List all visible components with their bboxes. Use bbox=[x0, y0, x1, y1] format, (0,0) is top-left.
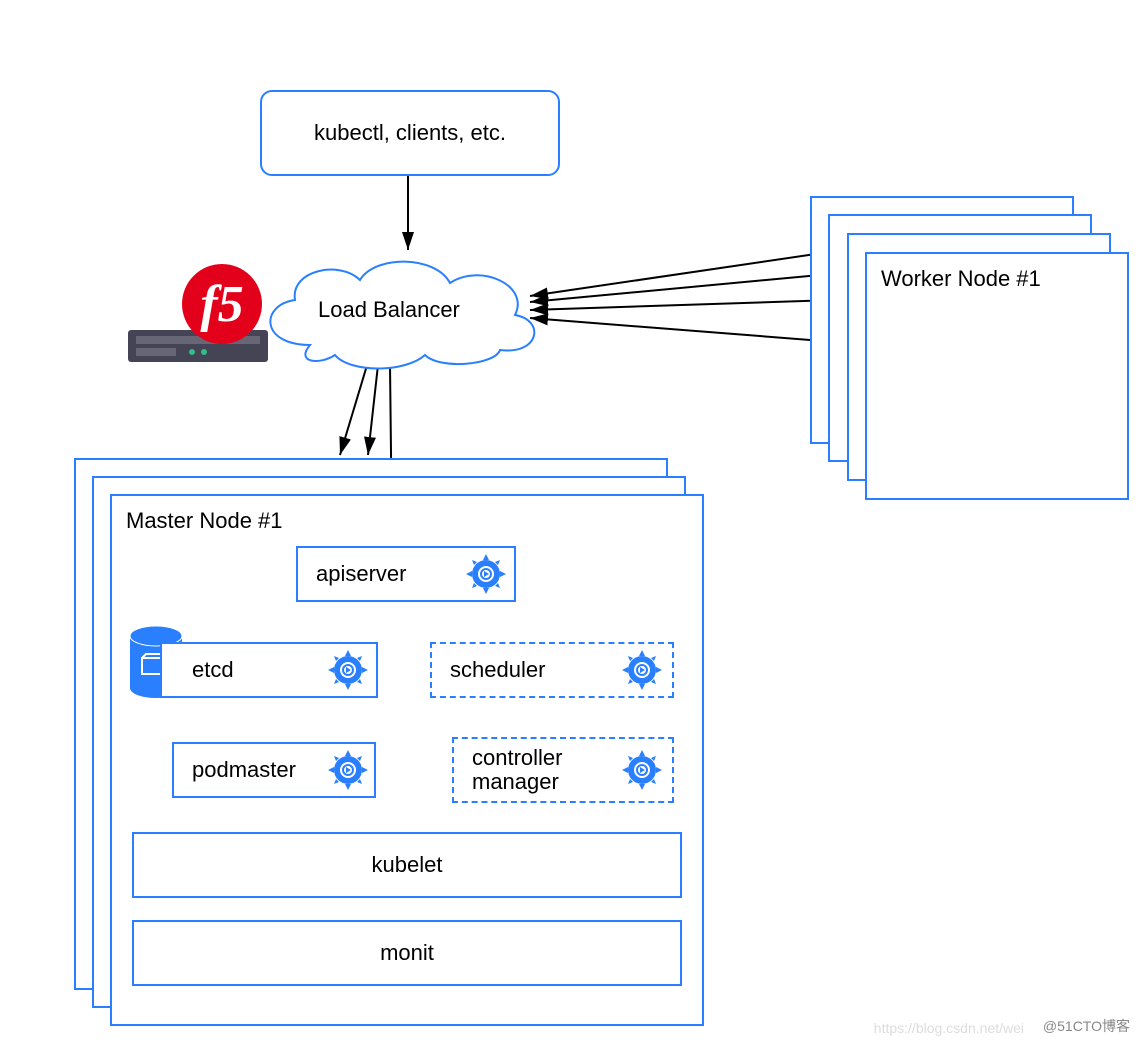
gear-icon bbox=[464, 552, 508, 596]
watermark-attr: @51CTO博客 bbox=[1043, 1016, 1130, 1036]
scheduler-label: scheduler bbox=[450, 657, 545, 683]
master-title: Master Node #1 bbox=[126, 508, 283, 534]
kubelet-box: kubelet bbox=[132, 832, 682, 898]
clients-label: kubectl, clients, etc. bbox=[314, 120, 506, 146]
podmaster-label: podmaster bbox=[192, 757, 296, 783]
clients-box: kubectl, clients, etc. bbox=[260, 90, 560, 176]
watermark-url: https://blog.csdn.net/wei bbox=[874, 1020, 1024, 1036]
gear-icon bbox=[620, 648, 664, 692]
worker-title: Worker Node #1 bbox=[881, 266, 1041, 292]
monit-box: monit bbox=[132, 920, 682, 986]
gear-icon bbox=[620, 748, 664, 792]
etcd-label: etcd bbox=[192, 657, 234, 683]
f5-logo-text: f5 bbox=[200, 275, 243, 334]
f5-logo-icon: f5 bbox=[182, 264, 262, 344]
worker-card-front: Worker Node #1 bbox=[865, 252, 1129, 500]
apiserver-label: apiserver bbox=[316, 561, 406, 587]
monit-label: monit bbox=[380, 940, 434, 966]
controller-manager-label: controller manager bbox=[472, 746, 562, 794]
load-balancer-cloud: Load Balancer bbox=[240, 245, 550, 381]
gear-icon bbox=[326, 748, 370, 792]
gear-icon bbox=[326, 648, 370, 692]
kubelet-label: kubelet bbox=[372, 852, 443, 878]
load-balancer-label: Load Balancer bbox=[318, 297, 460, 323]
